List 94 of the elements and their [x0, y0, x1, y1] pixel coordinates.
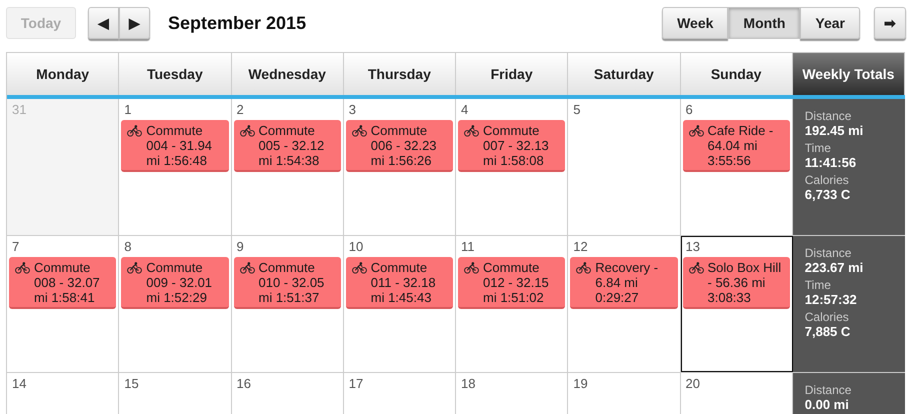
- ride-event[interactable]: Recovery - 6.84 mi 0:29:27: [570, 257, 678, 309]
- day-number: 5: [573, 102, 582, 117]
- ride-event[interactable]: Commute 005 - 32.12 mi 1:54:38: [234, 120, 341, 172]
- day-number: 16: [236, 376, 252, 391]
- day-cell[interactable]: 16: [232, 373, 344, 414]
- total-label: Calories: [804, 310, 850, 324]
- bicycle-icon: [127, 262, 142, 274]
- day-cell[interactable]: 14: [7, 373, 120, 414]
- day-number: 7: [12, 239, 20, 254]
- day-number: 11: [461, 239, 476, 254]
- day-cell[interactable]: 13 Solo Box Hill - 56.36 mi 3:08:33: [680, 236, 793, 372]
- column-header: Saturday: [568, 53, 680, 95]
- day-number: 31: [12, 102, 28, 117]
- ride-event[interactable]: Commute 008 - 32.07 mi 1:58:41: [9, 257, 116, 309]
- day-number: 1: [124, 102, 132, 117]
- next-button[interactable]: ▶: [119, 7, 150, 39]
- bicycle-icon: [240, 125, 254, 137]
- total-value: 11:41:56: [804, 155, 858, 170]
- total-label: Calories: [804, 173, 850, 187]
- day-cell[interactable]: 1 Commute 004 - 31.94 mi 1:56:48: [119, 99, 232, 235]
- day-number: 18: [461, 376, 476, 391]
- ride-event[interactable]: Commute 009 - 32.01 mi 1:52:29: [121, 257, 228, 309]
- ride-event[interactable]: Solo Box Hill - 56.36 mi 3:08:33: [682, 257, 790, 309]
- day-cell[interactable]: 4 Commute 007 - 32.13 mi 1:58:08: [456, 99, 568, 235]
- total-label: Distance: [804, 383, 852, 397]
- ride-event[interactable]: Commute 010 - 32.05 mi 1:51:37: [234, 257, 341, 309]
- ride-event[interactable]: Commute 011 - 32.18 mi 1:45:43: [346, 257, 453, 309]
- view-tab[interactable]: Month: [728, 7, 800, 39]
- view-tab[interactable]: Year: [800, 7, 860, 39]
- bicycle-icon: [464, 125, 479, 137]
- ride-event[interactable]: Commute 012 - 32.15 mi 1:51:02: [458, 257, 566, 309]
- month-title: September 2015: [168, 12, 306, 34]
- ride-event[interactable]: Commute 006 - 32.23 mi 1:56:26: [346, 120, 453, 172]
- total-value: 12:57:32: [804, 292, 858, 307]
- total-label: Distance: [804, 246, 852, 260]
- total-label: Time: [804, 278, 832, 292]
- total-label: Distance: [804, 109, 852, 123]
- day-cell[interactable]: 2 Commute 005 - 32.12 mi 1:54:38: [232, 99, 344, 235]
- day-number: 2: [236, 102, 245, 117]
- total-value: 192.45 mi: [804, 123, 864, 138]
- total-label: Time: [804, 141, 832, 155]
- day-number: 15: [124, 376, 140, 391]
- day-number: 3: [348, 102, 357, 117]
- day-number: 6: [686, 102, 694, 117]
- total-value: 7,885 C: [804, 324, 852, 339]
- export-button[interactable]: ➡: [874, 7, 906, 39]
- day-number: 10: [348, 239, 364, 254]
- bicycle-icon: [688, 262, 704, 274]
- day-cell[interactable]: 10 Commute 011 - 32.18 mi 1:45:43: [344, 236, 456, 372]
- day-cell[interactable]: 7 Commute 008 - 32.07 mi 1:58:41: [7, 236, 120, 372]
- day-number: 20: [686, 376, 701, 391]
- today-button: Today: [6, 7, 76, 39]
- total-value: 0.00 mi: [804, 397, 850, 412]
- bicycle-icon: [240, 262, 254, 274]
- column-header: Sunday: [680, 53, 793, 95]
- bicycle-icon: [352, 125, 367, 137]
- day-cell[interactable]: 15: [119, 373, 232, 414]
- bicycle-icon: [127, 125, 142, 137]
- day-number: 19: [573, 376, 589, 391]
- day-cell[interactable]: 5: [568, 99, 680, 235]
- bicycle-icon: [464, 262, 479, 274]
- previous-button[interactable]: ◀: [88, 7, 119, 39]
- bicycle-icon: [688, 125, 704, 137]
- bicycle-icon: [576, 262, 592, 274]
- column-header: Weekly Totals: [792, 53, 905, 95]
- day-number: 9: [236, 239, 245, 254]
- day-number: 4: [461, 102, 470, 117]
- bicycle-icon: [352, 262, 367, 274]
- total-value: 6,733 C: [804, 187, 852, 202]
- day-cell[interactable]: 8 Commute 009 - 32.01 mi 1:52:29: [119, 236, 232, 372]
- column-header: Friday: [456, 53, 568, 95]
- day-cell[interactable]: 6 Cafe Ride - 64.04 mi 3:55:56: [680, 99, 793, 235]
- column-header: Tuesday: [119, 53, 232, 95]
- day-number: 13: [686, 239, 701, 254]
- column-header: Monday: [7, 53, 120, 95]
- day-number: 14: [12, 376, 28, 391]
- column-header: Wednesday: [232, 53, 344, 95]
- day-cell[interactable]: 18: [456, 373, 568, 414]
- day-cell[interactable]: 12 Recovery - 6.84 mi 0:29:27: [568, 236, 680, 372]
- day-cell[interactable]: 3 Commute 006 - 32.23 mi 1:56:26: [344, 99, 456, 235]
- bicycle-icon: [15, 262, 30, 274]
- day-cell[interactable]: 19: [568, 373, 680, 414]
- ride-event[interactable]: Cafe Ride - 64.04 mi 3:55:56: [682, 120, 790, 172]
- ride-event[interactable]: Commute 004 - 31.94 mi 1:56:48: [121, 120, 228, 172]
- total-value: 223.67 mi: [804, 260, 864, 275]
- day-number: 12: [573, 239, 589, 254]
- day-number: 8: [124, 239, 132, 254]
- day-cell[interactable]: 11 Commute 012 - 32.15 mi 1:51:02: [456, 236, 568, 372]
- column-header: Thursday: [344, 53, 456, 95]
- day-cell[interactable]: 9 Commute 010 - 32.05 mi 1:51:37: [232, 236, 344, 372]
- view-tab[interactable]: Week: [662, 7, 728, 39]
- day-number: 17: [348, 376, 364, 391]
- day-cell[interactable]: 17: [344, 373, 456, 414]
- ride-event[interactable]: Commute 007 - 32.13 mi 1:58:08: [458, 120, 566, 172]
